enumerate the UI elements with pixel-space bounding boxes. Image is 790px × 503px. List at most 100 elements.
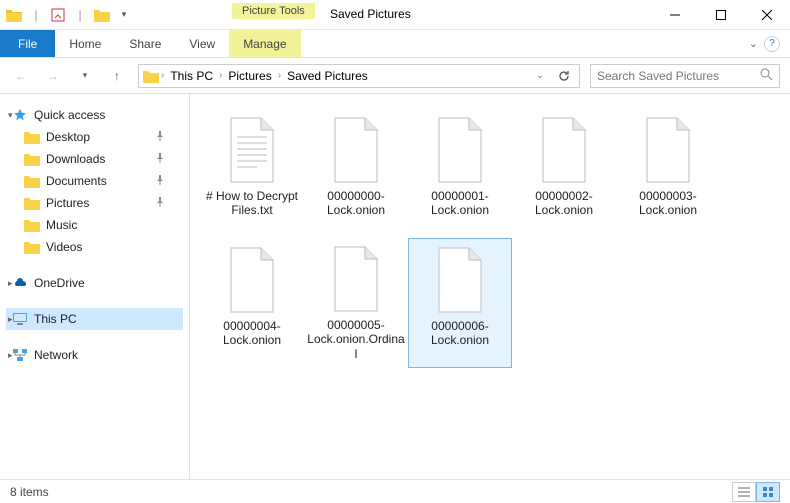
generic-file-icon: [328, 245, 384, 314]
folder-icon: [24, 217, 40, 233]
folder-icon: [24, 239, 40, 255]
folder-icon: [6, 7, 22, 23]
help-button[interactable]: ?: [764, 36, 780, 52]
breadcrumb-current[interactable]: Saved Pictures: [283, 69, 372, 83]
qat-separator: |: [28, 7, 44, 23]
generic-file-icon: [432, 245, 488, 315]
sidebar-label: Network: [34, 348, 78, 362]
tab-manage[interactable]: Manage: [229, 30, 300, 57]
star-icon: [12, 107, 28, 123]
folder-icon: [24, 151, 40, 167]
sidebar-this-pc[interactable]: ▸ This PC: [6, 308, 183, 330]
breadcrumb-pictures[interactable]: Pictures: [224, 69, 275, 83]
close-button[interactable]: [744, 0, 790, 30]
contextual-tab-header: Picture Tools: [232, 3, 315, 19]
ribbon-expand-icon[interactable]: ⌄: [749, 37, 758, 50]
qat-dropdown-icon[interactable]: ▾: [116, 7, 132, 23]
generic-file-icon: [640, 115, 696, 185]
tab-share[interactable]: Share: [115, 30, 175, 57]
file-list-pane[interactable]: # How to Decrypt Files.txt00000000-Lock.…: [190, 94, 790, 479]
navigation-pane: ▾ Quick access Desktop Downloads Documents…: [0, 94, 190, 479]
generic-file-icon: [328, 115, 384, 185]
sidebar-item-label: Videos: [46, 240, 82, 254]
file-item[interactable]: 00000003-Lock.onion: [616, 108, 720, 238]
file-name-label: 00000001-Lock.onion: [411, 189, 509, 218]
file-item[interactable]: 00000001-Lock.onion: [408, 108, 512, 238]
file-name-label: 00000000-Lock.onion: [307, 189, 405, 218]
generic-file-icon: [224, 245, 280, 315]
file-item[interactable]: 00000006-Lock.onion: [408, 238, 512, 368]
recent-locations-dropdown[interactable]: ▾: [74, 65, 96, 87]
search-placeholder: Search Saved Pictures: [597, 69, 719, 83]
address-history-dropdown[interactable]: ⌄: [529, 65, 551, 87]
cloud-icon: [12, 275, 28, 291]
breadcrumb-caret[interactable]: ›: [276, 70, 283, 81]
breadcrumb-caret[interactable]: ›: [159, 70, 166, 81]
folder-icon-small[interactable]: [94, 7, 110, 23]
folder-icon: [24, 195, 40, 211]
folder-icon: [24, 129, 40, 145]
sidebar-item-music[interactable]: Music: [6, 214, 183, 236]
search-box[interactable]: Search Saved Pictures: [590, 64, 780, 88]
sidebar-item-documents[interactable]: Documents: [6, 170, 183, 192]
sidebar-item-downloads[interactable]: Downloads: [6, 148, 183, 170]
sidebar-item-label: Pictures: [46, 196, 89, 210]
sidebar-item-label: Documents: [46, 174, 107, 188]
navigation-row: ← → ▾ ↑ › This PC › Pictures › Saved Pic…: [0, 58, 790, 94]
chevron-right-icon[interactable]: ▸: [8, 350, 13, 361]
window-title: Saved Pictures: [330, 7, 411, 21]
search-icon: [760, 68, 773, 84]
status-bar: 8 items: [0, 479, 790, 503]
text-file-icon: [224, 115, 280, 185]
address-bar[interactable]: › This PC › Pictures › Saved Pictures ⌄: [138, 64, 580, 88]
tab-home[interactable]: Home: [55, 30, 115, 57]
pin-icon: [155, 153, 165, 166]
properties-icon[interactable]: [50, 7, 66, 23]
forward-button[interactable]: →: [42, 65, 64, 87]
pin-icon: [155, 131, 165, 144]
file-name-label: 00000004-Lock.onion: [203, 319, 301, 348]
large-icons-view-button[interactable]: [756, 482, 780, 502]
back-button[interactable]: ←: [10, 65, 32, 87]
tab-view[interactable]: View: [175, 30, 229, 57]
qat-separator: |: [72, 7, 88, 23]
file-name-label: # How to Decrypt Files.txt: [203, 189, 301, 218]
file-item[interactable]: # How to Decrypt Files.txt: [200, 108, 304, 238]
file-item[interactable]: 00000005-Lock.onion.Ordinal: [304, 238, 408, 368]
sidebar-onedrive[interactable]: ▸ OneDrive: [6, 272, 183, 294]
sidebar-quick-access[interactable]: ▾ Quick access: [6, 104, 183, 126]
up-button[interactable]: ↑: [106, 65, 128, 87]
pin-icon: [155, 197, 165, 210]
maximize-button[interactable]: [698, 0, 744, 30]
sidebar-item-videos[interactable]: Videos: [6, 236, 183, 258]
title-bar: | | ▾ Picture Tools Saved Pictures: [0, 0, 790, 30]
sidebar-network[interactable]: ▸ Network: [6, 344, 183, 366]
file-name-label: 00000006-Lock.onion: [411, 319, 509, 348]
breadcrumb-caret[interactable]: ›: [217, 70, 224, 81]
breadcrumb-this-pc[interactable]: This PC: [166, 69, 217, 83]
sidebar-item-label: Downloads: [46, 152, 105, 166]
chevron-down-icon[interactable]: ▾: [8, 110, 13, 121]
sidebar-item-pictures[interactable]: Pictures: [6, 192, 183, 214]
file-name-label: 00000002-Lock.onion: [515, 189, 613, 218]
pin-icon: [155, 175, 165, 188]
file-item[interactable]: 00000002-Lock.onion: [512, 108, 616, 238]
sidebar-item-label: Music: [46, 218, 77, 232]
computer-icon: [12, 311, 28, 327]
file-item[interactable]: 00000004-Lock.onion: [200, 238, 304, 368]
file-name-label: 00000003-Lock.onion: [619, 189, 717, 218]
folder-icon: [24, 173, 40, 189]
file-name-label: 00000005-Lock.onion.Ordinal: [307, 318, 405, 361]
chevron-right-icon[interactable]: ▸: [8, 278, 13, 289]
file-tab[interactable]: File: [0, 30, 55, 57]
sidebar-label: This PC: [34, 312, 77, 326]
sidebar-item-desktop[interactable]: Desktop: [6, 126, 183, 148]
minimize-button[interactable]: [652, 0, 698, 30]
refresh-button[interactable]: [553, 65, 575, 87]
details-view-button[interactable]: [732, 482, 756, 502]
file-item[interactable]: 00000000-Lock.onion: [304, 108, 408, 238]
generic-file-icon: [536, 115, 592, 185]
sidebar-item-label: Desktop: [46, 130, 90, 144]
sidebar-label: OneDrive: [34, 276, 85, 290]
chevron-right-icon[interactable]: ▸: [8, 314, 13, 325]
